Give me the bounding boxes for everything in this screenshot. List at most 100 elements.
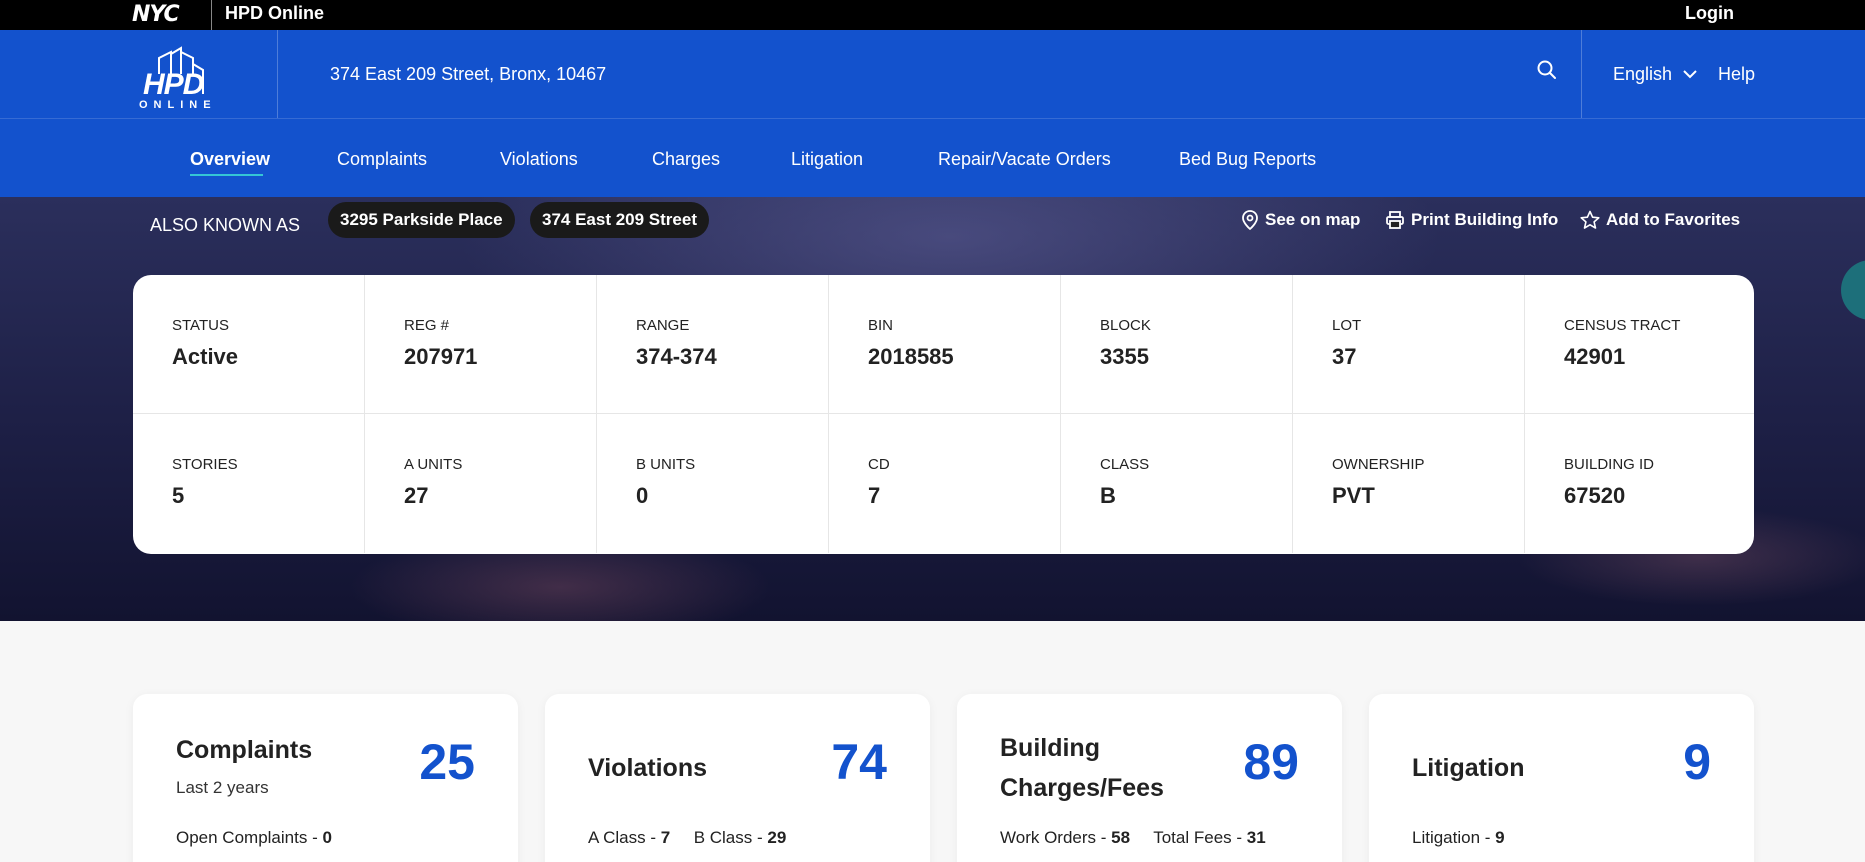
info-status: STATUS Active: [133, 275, 365, 414]
print-building-info-button[interactable]: Print Building Info: [1385, 209, 1558, 231]
login-link[interactable]: Login: [1685, 2, 1734, 24]
litigation-count: 9: [1683, 734, 1711, 790]
card-subtitle: Last 2 years: [176, 778, 269, 797]
divider: [277, 30, 278, 118]
print-building-info-label: Print Building Info: [1411, 210, 1559, 229]
info-a-units: A UNITS 27: [365, 414, 597, 553]
info-value: B: [1100, 483, 1116, 508]
stat-value: 31: [1246, 828, 1266, 847]
see-on-map-button[interactable]: See on map: [1241, 209, 1360, 231]
building-nav: Overview Complaints Violations Charges L…: [0, 118, 1865, 197]
info-label: BIN: [868, 317, 894, 334]
also-known-as-label: ALSO KNOWN AS: [150, 215, 301, 235]
stat-label: Work Orders -: [1000, 828, 1112, 847]
card-title: Litigation: [1412, 754, 1525, 782]
tab-overview[interactable]: Overview: [190, 148, 270, 170]
info-range: RANGE 374-374: [597, 275, 829, 414]
top-bar: NYC HPD Online Login: [0, 0, 1865, 30]
nyc-logo[interactable]: NYC: [132, 3, 180, 27]
card-stats: A Class - 7 B Class - 29: [588, 828, 786, 848]
info-label: BLOCK: [1100, 317, 1151, 334]
card-stats: Litigation - 9: [1412, 828, 1505, 848]
info-label: B UNITS: [636, 456, 696, 473]
tab-repair-vacate-orders[interactable]: Repair/Vacate Orders: [938, 148, 1111, 170]
info-value: 67520: [1564, 483, 1626, 508]
hpd-logo-subtext: ONLINE: [139, 99, 217, 110]
info-value: 5: [172, 483, 185, 508]
hpd-logo-text: HPD: [143, 68, 204, 101]
info-value: 27: [404, 483, 429, 508]
divider: [1581, 30, 1582, 118]
card-title: Complaints: [176, 736, 313, 764]
star-icon: [1580, 210, 1600, 229]
complaints-count: 25: [419, 734, 475, 790]
info-bin: BIN 2018585: [829, 275, 1061, 414]
card-stats: Open Complaints - 0: [176, 828, 332, 848]
help-link[interactable]: Help: [1718, 63, 1755, 85]
site-header: HPD ONLINE 374 East 209 Street, Bronx, 1…: [0, 30, 1865, 118]
stat-label: Open Complaints -: [176, 828, 323, 847]
stat-label: A Class -: [588, 828, 661, 847]
violations-summary-card[interactable]: Violations 74 A Class - 7 B Class - 29: [545, 694, 930, 862]
info-value: 374-374: [636, 344, 717, 369]
hpd-online-logo[interactable]: HPD ONLINE: [137, 44, 221, 110]
info-value: 207971: [404, 344, 478, 369]
tab-litigation[interactable]: Litigation: [791, 148, 863, 170]
language-select[interactable]: English: [1613, 63, 1698, 85]
stat-value: 0: [322, 828, 332, 847]
info-block: BLOCK 3355: [1061, 275, 1293, 414]
info-value: Active: [172, 344, 239, 369]
stat-label: Total Fees -: [1153, 828, 1247, 847]
info-label: CENSUS TRACT: [1564, 317, 1681, 334]
info-value: 3355: [1100, 344, 1149, 369]
info-value: 42901: [1564, 344, 1626, 369]
info-value: 2018585: [868, 344, 954, 369]
card-stats: Work Orders - 58 Total Fees - 31: [1000, 828, 1266, 848]
charges-summary-card[interactable]: Building Charges/Fees 89 Work Orders - 5…: [957, 694, 1342, 862]
add-to-favorites-button[interactable]: Add to Favorites: [1580, 209, 1740, 231]
aka-address-chip[interactable]: 3295 Parkside Place: [328, 202, 515, 238]
info-label: OWNERSHIP: [1332, 456, 1425, 473]
building-info-card: STATUS Active REG # 207971 RANGE 374-374…: [133, 275, 1754, 554]
printer-icon: [1386, 211, 1404, 229]
info-label: REG #: [404, 317, 450, 334]
floating-action-button[interactable]: [1841, 260, 1865, 320]
info-value: PVT: [1332, 483, 1375, 508]
info-b-units: B UNITS 0: [597, 414, 829, 553]
tab-charges[interactable]: Charges: [652, 148, 720, 170]
info-building-id: BUILDING ID 67520: [1525, 414, 1754, 553]
info-ownership: OWNERSHIP PVT: [1293, 414, 1525, 553]
active-tab-indicator: [190, 174, 263, 176]
info-label: CD: [868, 456, 890, 473]
litigation-summary-card[interactable]: Litigation 9 Litigation - 9: [1369, 694, 1754, 862]
card-title: Violations: [588, 754, 708, 782]
search-icon[interactable]: [1535, 58, 1559, 82]
aka-address-chip[interactable]: 374 East 209 Street: [530, 202, 709, 238]
complaints-summary-card[interactable]: Complaints Last 2 years 25 Open Complain…: [133, 694, 518, 862]
card-title: Charges/Fees: [1000, 774, 1164, 802]
language-label: English: [1613, 64, 1673, 84]
tab-complaints[interactable]: Complaints: [337, 148, 427, 170]
chevron-down-icon: [1683, 70, 1697, 79]
stat-label: B Class -: [693, 828, 768, 847]
see-on-map-label: See on map: [1265, 210, 1361, 229]
divider: [211, 0, 212, 30]
tab-bed-bug-reports[interactable]: Bed Bug Reports: [1179, 148, 1316, 170]
add-to-favorites-label: Add to Favorites: [1606, 210, 1741, 229]
map-pin-icon: [1242, 210, 1258, 230]
info-census-tract: CENSUS TRACT 42901: [1525, 275, 1754, 414]
charges-count: 89: [1243, 734, 1299, 790]
tab-violations[interactable]: Violations: [500, 148, 578, 170]
info-value: 7: [868, 483, 881, 508]
stat-label: Litigation -: [1412, 828, 1496, 847]
stat-value: 29: [767, 828, 787, 847]
info-value: 0: [636, 483, 649, 508]
app-title[interactable]: HPD Online: [225, 2, 324, 24]
info-label: RANGE: [636, 317, 690, 334]
info-stories: STORIES 5: [133, 414, 365, 553]
info-lot: LOT 37: [1293, 275, 1525, 414]
violations-count: 74: [831, 734, 887, 790]
info-reg-number: REG # 207971: [365, 275, 597, 414]
building-address: 374 East 209 Street, Bronx, 10467: [330, 64, 607, 84]
info-label: A UNITS: [404, 456, 463, 473]
